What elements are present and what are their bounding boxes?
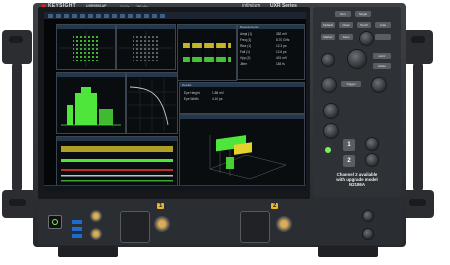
power-button[interactable] (48, 215, 62, 229)
vertical-offset-knob[interactable] (323, 103, 339, 119)
touch-button[interactable]: Touch (357, 22, 371, 28)
window-eye-diagram[interactable] (177, 24, 237, 81)
window-eye-2-titlebar[interactable] (117, 25, 175, 29)
measurements-title: Measurements (240, 25, 259, 30)
window-measurements[interactable]: Measurements Ampl (1) 382 mV Freq (1) 8.70… (237, 24, 305, 80)
channel-knob-a[interactable] (365, 137, 379, 151)
channel-1-input[interactable] (154, 216, 170, 232)
channel-1-probe-slot[interactable] (120, 211, 150, 243)
channel-2-input[interactable] (276, 216, 292, 232)
notice-line-3: N2186A (348, 182, 366, 187)
window-3d-plot-titlebar[interactable] (180, 115, 304, 119)
usb-ports[interactable] (72, 220, 82, 238)
spectrum-plot (61, 87, 121, 126)
result-label: Eye Width (184, 97, 199, 101)
window-eye-1-titlebar[interactable] (57, 25, 115, 29)
run-stop-button[interactable]: Run (335, 11, 351, 17)
channel-1-label: 1 (157, 203, 165, 209)
save-button[interactable]: Save (339, 34, 353, 40)
window-eye-diagram-titlebar[interactable] (178, 25, 236, 29)
right-handle-lower-bar (409, 199, 426, 206)
window-waveforms[interactable] (56, 136, 178, 190)
right-rail (413, 62, 423, 192)
zoom-button[interactable] (375, 34, 391, 40)
meas-value: 8.70 GHz (276, 38, 290, 42)
left-handle-lower-bar (9, 199, 26, 206)
horizontal-scale-knob[interactable] (347, 49, 367, 69)
horizontal-position-knob[interactable] (321, 53, 335, 67)
foot-right (318, 246, 378, 257)
window-results-titlebar[interactable]: Results (180, 83, 304, 87)
meas-label: Vpp (2) (240, 56, 251, 60)
channel-knob-b[interactable] (365, 153, 379, 167)
window-eye-2[interactable] (116, 24, 176, 70)
meas-row: Jitter 184 fs (240, 62, 302, 68)
window-measurements-titlebar[interactable]: Measurements (238, 25, 304, 29)
cursor-knob[interactable] (359, 31, 374, 46)
aux-input-right-1[interactable] (362, 210, 374, 222)
meas-value: 12.6 ps (276, 50, 287, 54)
window-results[interactable]: Results Eye Height 1.88 mV Eye Width 4.10 … (179, 82, 305, 114)
clear-button[interactable]: Clear (339, 22, 353, 28)
control-panel: Run Single Default Clear Touch Auto Mark… (313, 7, 401, 197)
meas-value: 382 mV (276, 32, 287, 36)
toolbar-icons[interactable] (48, 13, 168, 18)
display-screen[interactable]: Measurements Ampl (1) 382 mV Freq (1) 8.70… (44, 12, 306, 191)
marker-button[interactable]: Marker (321, 34, 335, 40)
result-value: 1.88 mV (212, 91, 224, 95)
meas-value: 12.3 ps (276, 44, 287, 48)
channel-2-button[interactable]: 2 (343, 155, 355, 167)
aux-connector-1[interactable] (90, 210, 102, 222)
foot-left (58, 246, 118, 257)
auto-scale-button[interactable]: Auto (375, 22, 391, 28)
meas-label: Fall (1) (240, 50, 250, 54)
window-waveforms-titlebar[interactable] (57, 137, 177, 141)
window-spectrum[interactable] (56, 72, 126, 134)
measurements-list: Ampl (1) 382 mV Freq (1) 8.70 GHz Rise (1)… (240, 32, 302, 68)
result-label: Eye Height (184, 91, 200, 95)
vertical-scale-knob[interactable] (323, 123, 339, 139)
channel-2-probe-slot[interactable] (240, 211, 270, 243)
power-icon (52, 219, 58, 225)
window-curve[interactable] (126, 72, 178, 134)
mode-button[interactable]: Mode (373, 63, 391, 69)
result-row: Eye Width 4.10 ps (184, 97, 264, 103)
channel-2-label: 2 (271, 203, 279, 209)
curve-plot (128, 79, 176, 131)
horizontal-button[interactable]: Horiz (373, 53, 391, 59)
meas-label: Ampl (1) (240, 32, 253, 36)
right-handle-bar (411, 36, 425, 43)
default-button[interactable]: Default (321, 22, 335, 28)
window-spectrum-titlebar[interactable] (57, 73, 125, 77)
results-list: Eye Height 1.88 mV Eye Width 4.10 ps (184, 91, 264, 103)
constellation-plot-2 (119, 31, 173, 67)
meas-label: Jitter (240, 62, 247, 66)
screen-status-bar[interactable] (44, 185, 306, 191)
meas-label: Freq (1) (240, 38, 252, 42)
left-handle-bar (9, 36, 23, 43)
window-curve-titlebar[interactable] (127, 73, 177, 77)
trigger-level-knob[interactable] (321, 77, 337, 93)
results-title: Results (182, 83, 192, 88)
result-value: 4.10 ps (212, 97, 223, 101)
window-3d-plot[interactable] (179, 114, 305, 190)
aux-connector-2[interactable] (90, 228, 102, 240)
meas-value: 401 mV (276, 56, 287, 60)
trigger-button[interactable]: Trigger (341, 81, 361, 87)
3d-surface-plot (209, 135, 287, 180)
meas-value: 184 fs (276, 62, 285, 66)
left-rail (12, 62, 22, 192)
constellation-plot-1 (59, 31, 113, 67)
aux-input-right-2[interactable] (362, 228, 374, 240)
channel-1-indicator (325, 147, 331, 153)
single-button[interactable]: Single (355, 11, 371, 17)
channel-1-button[interactable]: 1 (343, 139, 355, 151)
eye-diagram-plot (183, 41, 231, 64)
upgrade-notice: Channel 2 available with upgrade model N… (315, 172, 399, 187)
window-eye-1[interactable] (56, 24, 116, 70)
meas-label: Rise (1) (240, 44, 252, 48)
trigger-knob-2[interactable] (371, 77, 387, 93)
waveform-plot (61, 146, 173, 182)
